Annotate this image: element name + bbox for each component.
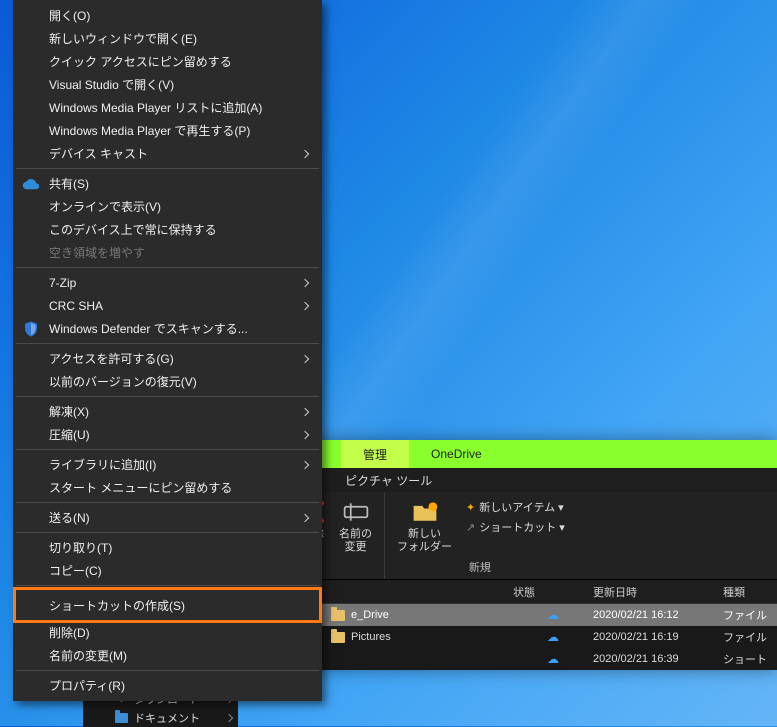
- ctx-defender-scan[interactable]: Windows Defender でスキャンする...: [15, 317, 320, 340]
- chevron-right-icon: [301, 460, 309, 468]
- chevron-right-icon: [301, 407, 309, 415]
- ctx-compress[interactable]: 圧縮(U): [15, 423, 320, 446]
- chevron-right-icon: [301, 354, 309, 362]
- separator: [16, 267, 319, 268]
- chevron-right-icon: [301, 301, 309, 309]
- separator: [16, 502, 319, 503]
- ctx-restore-previous[interactable]: 以前のバージョンの復元(V): [15, 370, 320, 393]
- shield-icon: [22, 320, 40, 338]
- ribbon-new-item[interactable]: ✦ 新しいアイテム ▾: [462, 498, 569, 516]
- ctx-device-cast[interactable]: デバイス キャスト: [15, 142, 320, 165]
- ctx-extract[interactable]: 解凍(X): [15, 400, 320, 423]
- ctx-pin-quick-access[interactable]: クイック アクセスにピン留めする: [15, 50, 320, 73]
- ctx-view-online[interactable]: オンラインで表示(V): [15, 195, 320, 218]
- folder-icon: [331, 610, 345, 621]
- cloud-status-icon: ☁: [547, 608, 559, 622]
- context-menu: 開く(O) 新しいウィンドウで開く(E) クイック アクセスにピン留めする Vi…: [13, 0, 322, 701]
- ctx-create-shortcut[interactable]: ショートカットの作成(S): [15, 589, 320, 621]
- folder-icon: [331, 632, 345, 643]
- chevron-right-icon: [301, 278, 309, 286]
- sparkle-icon: ✦: [466, 501, 475, 514]
- ctx-keep-on-device[interactable]: このデバイス上で常に保持する: [15, 218, 320, 241]
- ribbon-new-shortcut[interactable]: ↗ ショートカット ▾: [462, 518, 569, 536]
- ctx-crc-sha[interactable]: CRC SHA: [15, 294, 320, 317]
- chevron-right-icon: [301, 430, 309, 438]
- nav-documents[interactable]: ドキュメント: [83, 708, 238, 727]
- separator: [16, 585, 319, 586]
- ribbon-new-folder[interactable]: 新しい フォルダー: [391, 494, 458, 554]
- folder-icon: [115, 713, 128, 723]
- ribbon-group-new: 新規: [391, 557, 569, 577]
- shortcut-icon: ↗: [466, 521, 475, 534]
- chevron-right-icon: [225, 713, 233, 721]
- ctx-sendto[interactable]: 送る(N): [15, 506, 320, 529]
- ctx-open-new-window[interactable]: 新しいウィンドウで開く(E): [15, 27, 320, 50]
- cloud-status-icon: ☁: [547, 652, 559, 666]
- separator: [16, 168, 319, 169]
- chevron-right-icon: [301, 149, 309, 157]
- ctx-rename[interactable]: 名前の変更(M): [15, 644, 320, 667]
- ctx-7zip[interactable]: 7-Zip: [15, 271, 320, 294]
- separator: [16, 670, 319, 671]
- ctx-free-up-space: 空き領域を増やす: [15, 241, 320, 264]
- window-title: OneDrive: [409, 440, 504, 468]
- ribbon-rename[interactable]: 名前の 変更: [333, 494, 378, 554]
- col-type[interactable]: 種類: [723, 584, 777, 600]
- ctx-pin-start[interactable]: スタート メニューにピン留めする: [15, 476, 320, 499]
- cloud-icon: [22, 175, 40, 193]
- col-status[interactable]: 状態: [513, 584, 593, 600]
- col-date[interactable]: 更新日時: [593, 584, 723, 600]
- new-folder-icon: [411, 498, 439, 526]
- cloud-status-icon: ☁: [547, 630, 559, 644]
- ctx-share[interactable]: 共有(S): [15, 172, 320, 195]
- ctx-wmp-add[interactable]: Windows Media Player リストに追加(A): [15, 96, 320, 119]
- chevron-right-icon: [301, 513, 309, 521]
- ctx-properties[interactable]: プロパティ(R): [15, 674, 320, 697]
- separator: [16, 396, 319, 397]
- rename-icon: [342, 498, 370, 526]
- tab-manage[interactable]: 管理: [341, 440, 409, 468]
- ctx-delete[interactable]: 削除(D): [15, 621, 320, 644]
- separator: [16, 532, 319, 533]
- ctx-open[interactable]: 開く(O): [15, 4, 320, 27]
- ctx-give-access[interactable]: アクセスを許可する(G): [15, 347, 320, 370]
- ctx-wmp-play[interactable]: Windows Media Player で再生する(P): [15, 119, 320, 142]
- ctx-add-library[interactable]: ライブラリに追加(I): [15, 453, 320, 476]
- ctx-open-vs[interactable]: Visual Studio で開く(V): [15, 73, 320, 96]
- separator: [16, 449, 319, 450]
- separator: [16, 343, 319, 344]
- ctx-cut[interactable]: 切り取り(T): [15, 536, 320, 559]
- ctx-copy[interactable]: コピー(C): [15, 559, 320, 582]
